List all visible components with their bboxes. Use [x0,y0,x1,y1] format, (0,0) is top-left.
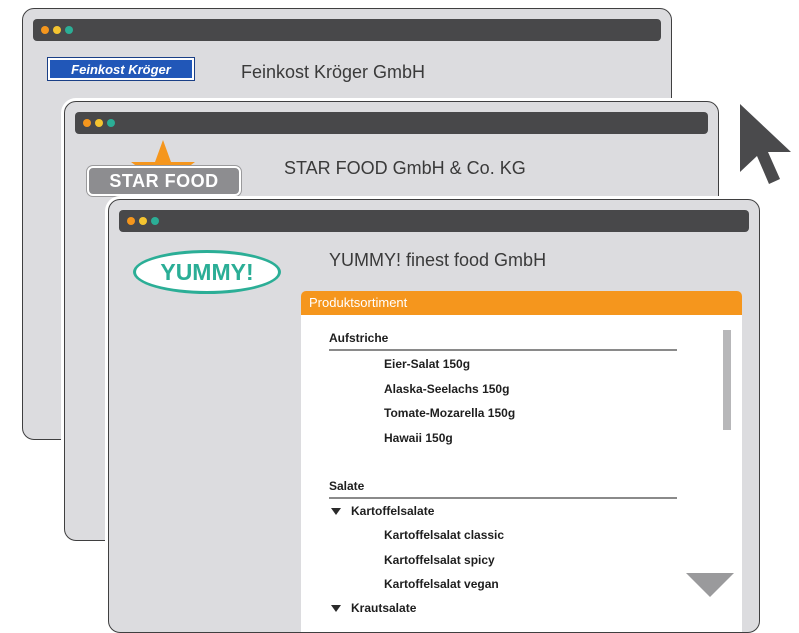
window-dot-teal[interactable] [151,217,159,225]
window-dot-yellow[interactable] [139,217,147,225]
window-dot-orange[interactable] [127,217,135,225]
group-kartoffelsalate[interactable]: Kartoffelsalate [331,504,434,518]
window-dot-yellow[interactable] [95,119,103,127]
list-item[interactable]: Kartoffelsalat spicy [384,553,495,567]
company-name: YUMMY! finest food GmbH [329,250,547,270]
scrollbar-thumb[interactable] [723,330,731,430]
product-range-header: Produktsortiment [301,291,742,315]
group-label: Kartoffelsalate [351,504,435,518]
feinkost-logo: Feinkost Kröger [47,57,195,81]
list-item[interactable]: Eier-Salat 150g [384,357,470,371]
section-heading: Salate [329,479,677,499]
starfood-logo-text: STAR FOOD [87,166,241,196]
starfood-logo: STAR FOOD [85,138,245,198]
list-item[interactable]: Kartoffelsalat vegan [384,577,499,591]
window-dot-orange[interactable] [83,119,91,127]
section-heading: Aufstriche [329,331,677,351]
list-item[interactable]: Hawaii 150g [384,431,453,445]
list-item[interactable]: Alaska-Seelachs 150g [384,382,509,396]
list-item[interactable]: Tomate-Mozarella 150g [384,406,515,420]
mouse-pointer-icon [740,104,791,184]
list-item[interactable]: Kartoffelsalat classic [384,528,504,542]
window-dot-teal[interactable] [107,119,115,127]
yummy-window[interactable]: YUMMY! YUMMY! finest food GmbH Produktso… [108,199,760,633]
company-name: Feinkost Kröger GmbH [241,62,426,82]
window-dot-teal[interactable] [65,26,73,34]
group-krautsalate[interactable]: Krautsalate [331,601,416,615]
window-titlebar[interactable] [119,210,749,232]
triangle-down-icon[interactable] [331,605,341,613]
window-dot-yellow[interactable] [53,26,61,34]
product-list-panel[interactable]: Aufstriche Eier-Salat 150g Alaska-Seelac… [301,315,742,632]
window-dot-orange[interactable] [41,26,49,34]
scroll-down-arrow-icon[interactable] [686,573,734,597]
window-titlebar[interactable] [33,19,661,41]
window-titlebar[interactable] [75,112,708,134]
company-name: STAR FOOD GmbH & Co. KG [284,158,526,178]
yummy-logo: YUMMY! [133,250,281,294]
triangle-down-icon[interactable] [331,508,341,516]
group-label: Krautsalate [351,601,417,615]
feinkost-logo-text: Feinkost Kröger [50,60,192,78]
